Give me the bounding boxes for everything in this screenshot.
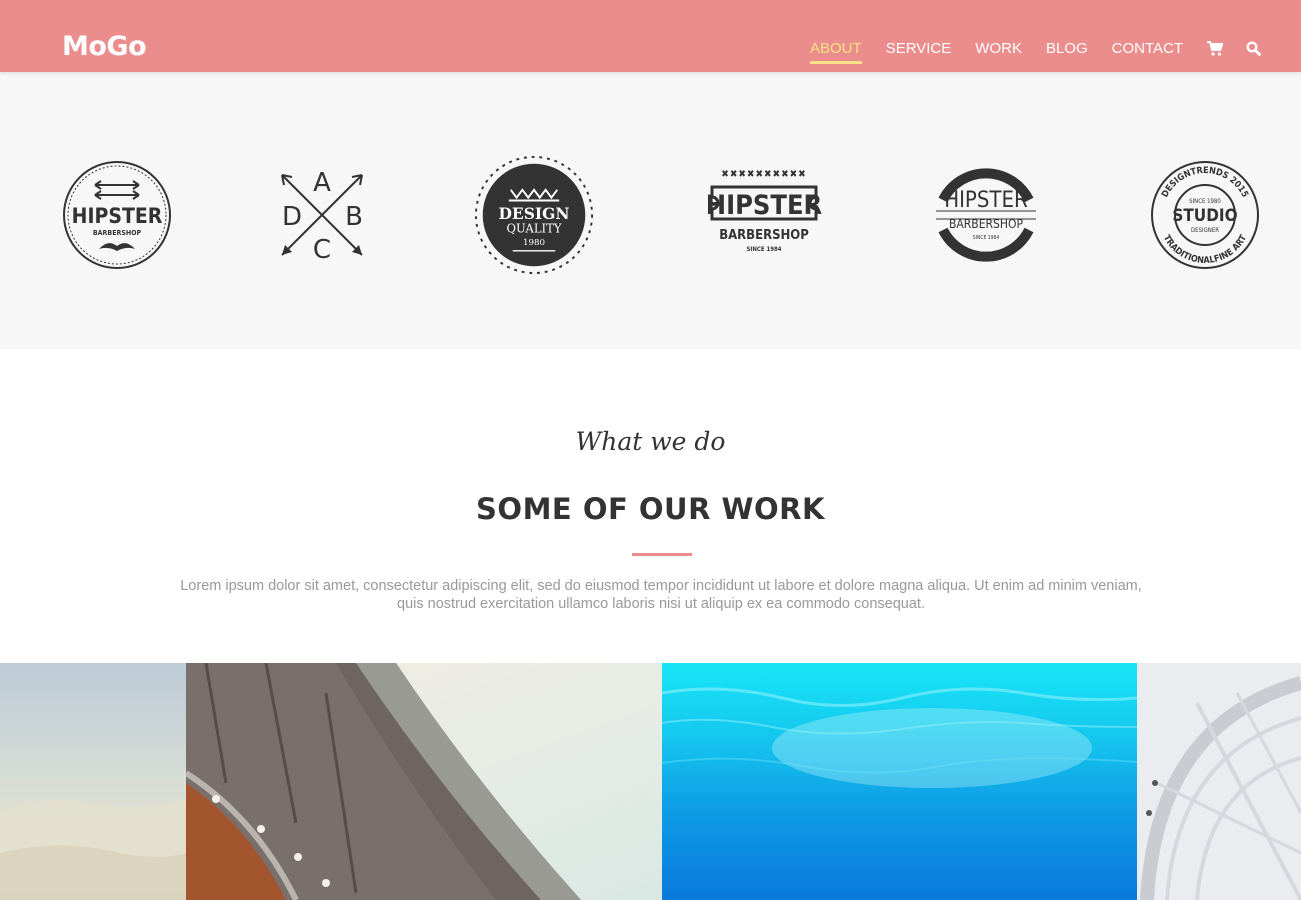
work-gallery (0, 663, 1301, 900)
underwater-photo[interactable] (662, 663, 1137, 900)
svg-text:SINCE 1984: SINCE 1984 (973, 235, 1000, 241)
svg-text:QUALITY: QUALITY (506, 221, 561, 235)
svg-text:C: C (313, 235, 331, 265)
cart-icon[interactable] (1207, 41, 1224, 57)
work-section: What we do SOME OF OUR WORK Lorem ipsum … (0, 349, 1301, 663)
abcd-arrows-logo: A B C D (262, 152, 382, 278)
section-divider (632, 553, 692, 556)
svg-text:BARBERSHOP: BARBERSHOP (949, 217, 1023, 231)
nav-work[interactable]: WORK (975, 40, 1022, 57)
section-title: SOME OF OUR WORK (476, 492, 825, 526)
studio-designer-logo: DESIGNTRENDS 2015 TRADITIONALFINE ART SI… (1145, 152, 1265, 278)
svg-text:SINCE 1980: SINCE 1980 (1189, 198, 1221, 205)
site-header: MoGo ABOUT SERVICE WORK BLOG CONTACT (0, 0, 1301, 72)
svg-text:B: B (345, 202, 363, 232)
svg-text:HIPSTER: HIPSTER (72, 204, 163, 228)
hipster-barbershop-mustache-logo: HIPSTER BARBERSHOP (57, 152, 177, 278)
glass-dome-photo[interactable] (1137, 663, 1301, 900)
hipster-barbershop-plaque-logo: ✖✖✖✖✖✖✖✖✖✖ HIPSTER BARBERSHOP SINCE 1984 (702, 152, 826, 278)
hipster-barbershop-circle-logo: HIPSTER BARBERSHOP SINCE 1984 (926, 152, 1046, 278)
client-logos-band: HIPSTER BARBERSHOP A B C D DESIGN QUALIT… (0, 72, 1301, 349)
svg-text:STUDIO: STUDIO (1172, 206, 1237, 226)
svg-text:D: D (282, 202, 302, 232)
svg-text:BARBERSHOP: BARBERSHOP (719, 228, 809, 243)
architecture-curve-photo[interactable] (186, 663, 662, 900)
section-lead: Lorem ipsum dolor sit amet, consectetur … (180, 578, 1142, 612)
section-subtitle: What we do (575, 427, 726, 456)
site-logo[interactable]: MoGo (62, 31, 147, 62)
main-nav: ABOUT SERVICE WORK BLOG CONTACT (810, 40, 1283, 64)
svg-text:HIPSTER: HIPSTER (706, 190, 823, 221)
svg-text:BARBERSHOP: BARBERSHOP (93, 229, 142, 237)
search-icon[interactable] (1245, 41, 1261, 57)
nav-contact[interactable]: CONTACT (1112, 40, 1183, 57)
design-quality-logo: DESIGN QUALITY 1980 (474, 152, 594, 278)
svg-text:SINCE 1984: SINCE 1984 (747, 246, 782, 253)
svg-text:DESIGNER: DESIGNER (1191, 227, 1219, 234)
svg-text:A: A (313, 168, 331, 198)
svg-text:✖✖✖✖✖✖✖✖✖✖: ✖✖✖✖✖✖✖✖✖✖ (721, 169, 806, 180)
nav-about[interactable]: ABOUT (810, 40, 862, 64)
nav-service[interactable]: SERVICE (886, 40, 952, 57)
svg-text:TRADITIONALFINE ART: TRADITIONALFINE ART (1161, 233, 1249, 266)
sky-photo[interactable] (0, 663, 186, 900)
svg-text:1980: 1980 (523, 238, 545, 248)
svg-text:HIPSTER: HIPSTER (944, 188, 1028, 213)
svg-text:DESIGN: DESIGN (499, 204, 570, 223)
nav-blog[interactable]: BLOG (1046, 40, 1088, 57)
